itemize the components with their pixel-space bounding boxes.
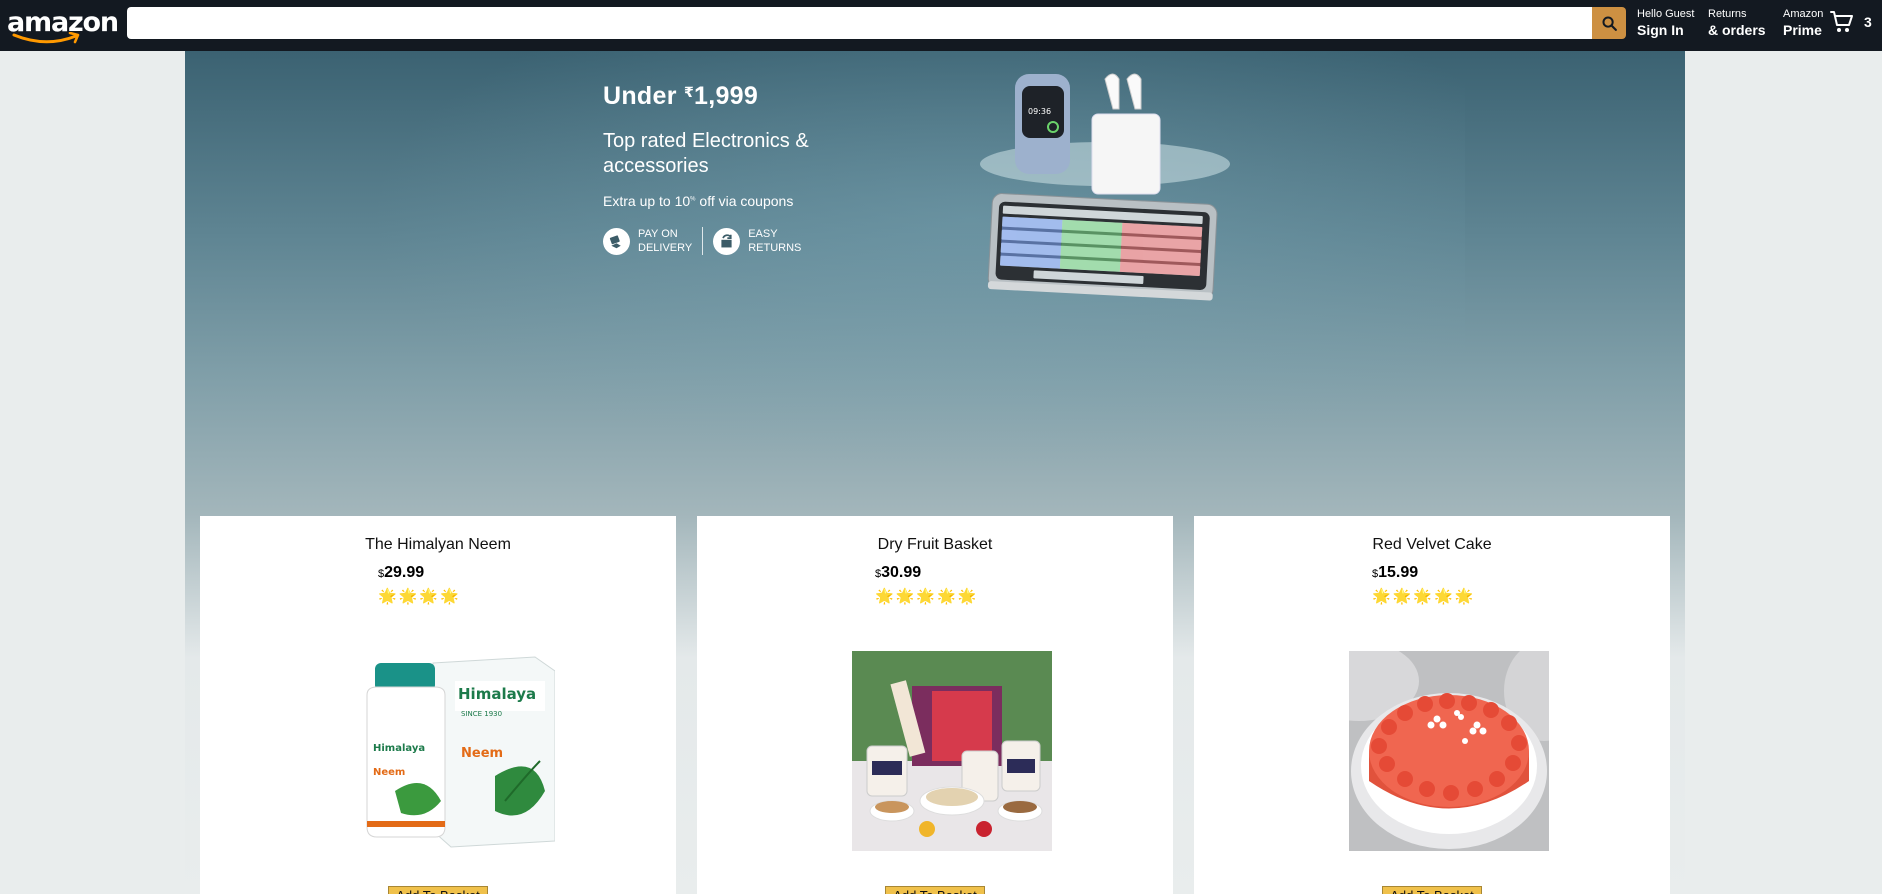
orders-text: & orders (1708, 22, 1766, 38)
svg-text:SINCE 1930: SINCE 1930 (461, 710, 502, 718)
returns-text: Returns (1708, 8, 1747, 20)
prime-option[interactable]: Amazon Prime (1783, 8, 1823, 39)
hero-banner[interactable]: Under ₹1,999 Top rated Electronics & acc… (603, 82, 853, 255)
sign-in-text: Sign In (1637, 22, 1684, 38)
badge-divider (702, 227, 704, 255)
returns-orders-option[interactable]: Returns & orders (1708, 8, 1766, 39)
product-card: Red Velvet Cake $15.99 🌟🌟🌟🌟🌟 (1194, 516, 1670, 894)
search-button[interactable] (1592, 7, 1626, 39)
smile-arrow-icon (12, 32, 80, 44)
product-row: The Himalyan Neem $29.99 🌟🌟🌟🌟 Himalaya S… (200, 516, 1670, 894)
return-box-icon (713, 227, 741, 255)
product-title: Dry Fruit Basket (877, 536, 993, 553)
product-card: Dry Fruit Basket $30.99 🌟🌟🌟🌟🌟 (697, 516, 1173, 894)
promo-badges: PAY ON DELIVERY EASY RETURNS (603, 227, 853, 255)
svg-text:Neem: Neem (373, 767, 405, 778)
rupee-symbol: ₹ (683, 84, 695, 100)
pay-on-delivery-badge: PAY ON DELIVERY (603, 227, 692, 255)
product-rating: 🌟🌟🌟🌟🌟 (1372, 588, 1476, 605)
svg-text:09:36: 09:36 (1028, 107, 1051, 116)
search-icon (1601, 15, 1617, 31)
svg-text:Neem: Neem (461, 746, 503, 761)
product-price: $29.99 (378, 564, 425, 581)
promo-coupon: Extra up to 10% off via coupons (603, 193, 794, 209)
add-to-basket-button[interactable]: Add To Basket (1382, 886, 1482, 894)
product-card: The Himalyan Neem $29.99 🌟🌟🌟🌟 Himalaya S… (200, 516, 676, 894)
product-title: The Himalyan Neem (365, 536, 511, 553)
home-section: Under ₹1,999 Top rated Electronics & acc… (185, 51, 1685, 894)
greeting-text: Hello Guest (1637, 8, 1695, 20)
product-price: $15.99 (1372, 564, 1419, 581)
promo-headline: Under ₹1,999 (603, 82, 759, 110)
product-image[interactable] (1349, 651, 1549, 851)
cart-button[interactable]: 3 (1830, 10, 1872, 34)
amazon-logo[interactable]: amazon (7, 4, 119, 46)
product-rating: 🌟🌟🌟🌟🌟 (875, 588, 979, 605)
add-to-basket-button[interactable]: Add To Basket (885, 886, 985, 894)
product-rating: 🌟🌟🌟🌟 (378, 588, 461, 605)
svg-text:Himalaya: Himalaya (373, 743, 425, 754)
product-price: $30.99 (875, 564, 922, 581)
product-title: Red Velvet Cake (1372, 536, 1492, 553)
amazon-text: Amazon (1783, 8, 1824, 20)
search-bar (127, 7, 1592, 39)
product-image[interactable]: Himalaya SINCE 1930 Neem Himalaya Neem (355, 651, 555, 851)
cart-icon (1830, 11, 1853, 32)
promo-amount: 1,999 (694, 82, 759, 110)
electronics-banner-image: 09:36 (980, 73, 1230, 301)
header: amazon Hello Guest Sign In Returns & ord… (0, 0, 1882, 51)
promo-subtitle: Top rated Electronics & accessories (603, 130, 809, 177)
cart-count: 3 (1864, 14, 1872, 30)
sign-in-option[interactable]: Hello Guest Sign In (1637, 8, 1694, 39)
cash-delivery-icon (603, 227, 630, 255)
search-input[interactable] (127, 7, 1592, 39)
product-image[interactable] (852, 651, 1052, 851)
prime-text: Prime (1783, 22, 1822, 38)
add-to-basket-button[interactable]: Add To Basket (388, 886, 488, 894)
svg-text:Himalaya: Himalaya (458, 685, 536, 703)
easy-returns-badge: EASY RETURNS (713, 227, 801, 255)
